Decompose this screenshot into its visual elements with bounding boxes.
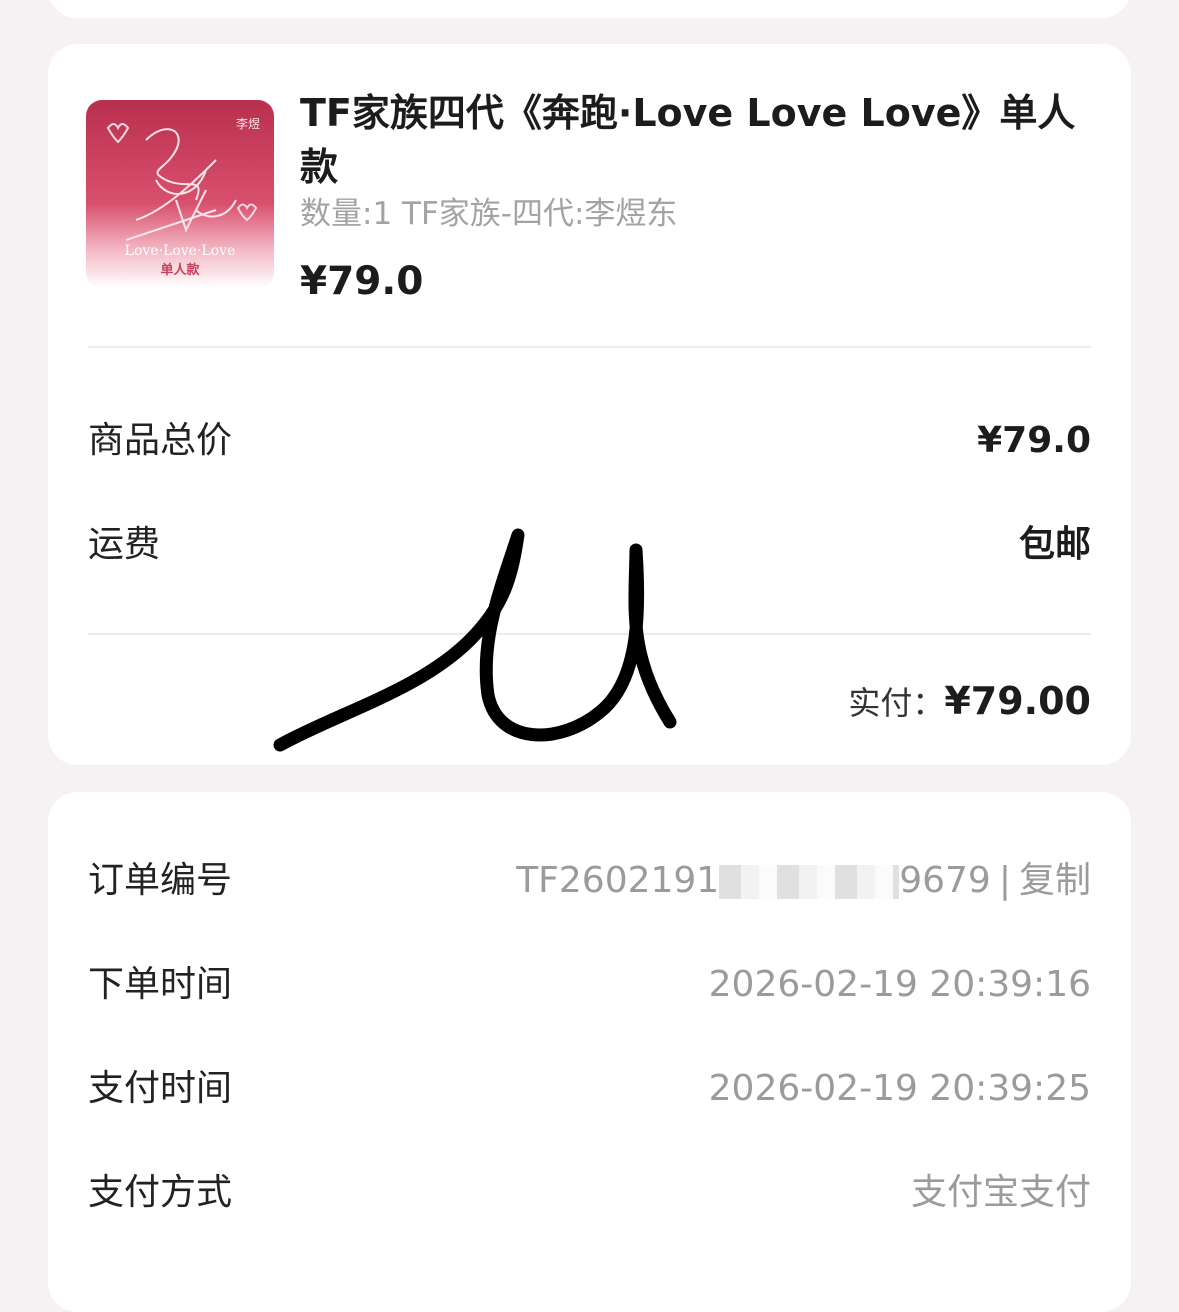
- goods-total-value: ¥79.0: [977, 420, 1091, 461]
- divider: [88, 346, 1091, 348]
- order-number-suffix: 9679: [899, 860, 991, 901]
- pay-time-value: 2026-02-19 20:39:25: [708, 1068, 1091, 1109]
- paid-summary: 实付：¥79.00: [848, 678, 1091, 724]
- pay-method-label: 支付方式: [88, 1172, 233, 1213]
- order-number-value: TF2602191 9679 | 复制: [516, 856, 1091, 906]
- copy-button[interactable]: 复制: [1019, 860, 1091, 901]
- product-thumbnail-image: 李煜 Love·Love·Love 单人款: [86, 100, 274, 288]
- order-info-card: 订单编号 TF2602191 9679 | 复制 下单时间 2026-02-19 20…: [48, 792, 1131, 1312]
- previous-card: [48, 0, 1131, 18]
- product-thumbnail[interactable]: 李煜 Love·Love·Love 单人款: [86, 100, 274, 288]
- order-number-label: 订单编号: [88, 860, 233, 901]
- thumbnail-caption: Love·Love·Love: [125, 243, 236, 259]
- product-price: ¥79.0: [300, 259, 424, 304]
- divider: [88, 633, 1091, 635]
- product-title[interactable]: TF家族四代《奔跑·Love Love Love》单人款: [300, 86, 1080, 194]
- product-card: 李煜 Love·Love·Love 单人款 TF家族四代《奔跑·Love Lov…: [48, 44, 1131, 765]
- redacted-blur: [719, 865, 900, 899]
- pay-time-label: 支付时间: [88, 1068, 233, 1109]
- goods-total-label: 商品总价: [88, 420, 233, 461]
- order-time-label: 下单时间: [88, 964, 233, 1005]
- pay-method-value: 支付宝支付: [910, 1172, 1091, 1213]
- copy-separator: |: [998, 860, 1011, 901]
- product-spec: 数量:1 TF家族-四代:李煜东: [300, 196, 678, 232]
- order-time-value: 2026-02-19 20:39:16: [708, 964, 1091, 1005]
- order-number-prefix: TF2602191: [516, 860, 720, 901]
- shipping-label: 运费: [88, 524, 161, 565]
- thumbnail-label: 单人款: [160, 262, 200, 278]
- shipping-value: 包邮: [1018, 524, 1091, 565]
- paid-label: 实付：: [848, 684, 945, 722]
- thumbnail-signature: 李煜: [236, 116, 260, 131]
- paid-amount: ¥79.00: [944, 679, 1091, 723]
